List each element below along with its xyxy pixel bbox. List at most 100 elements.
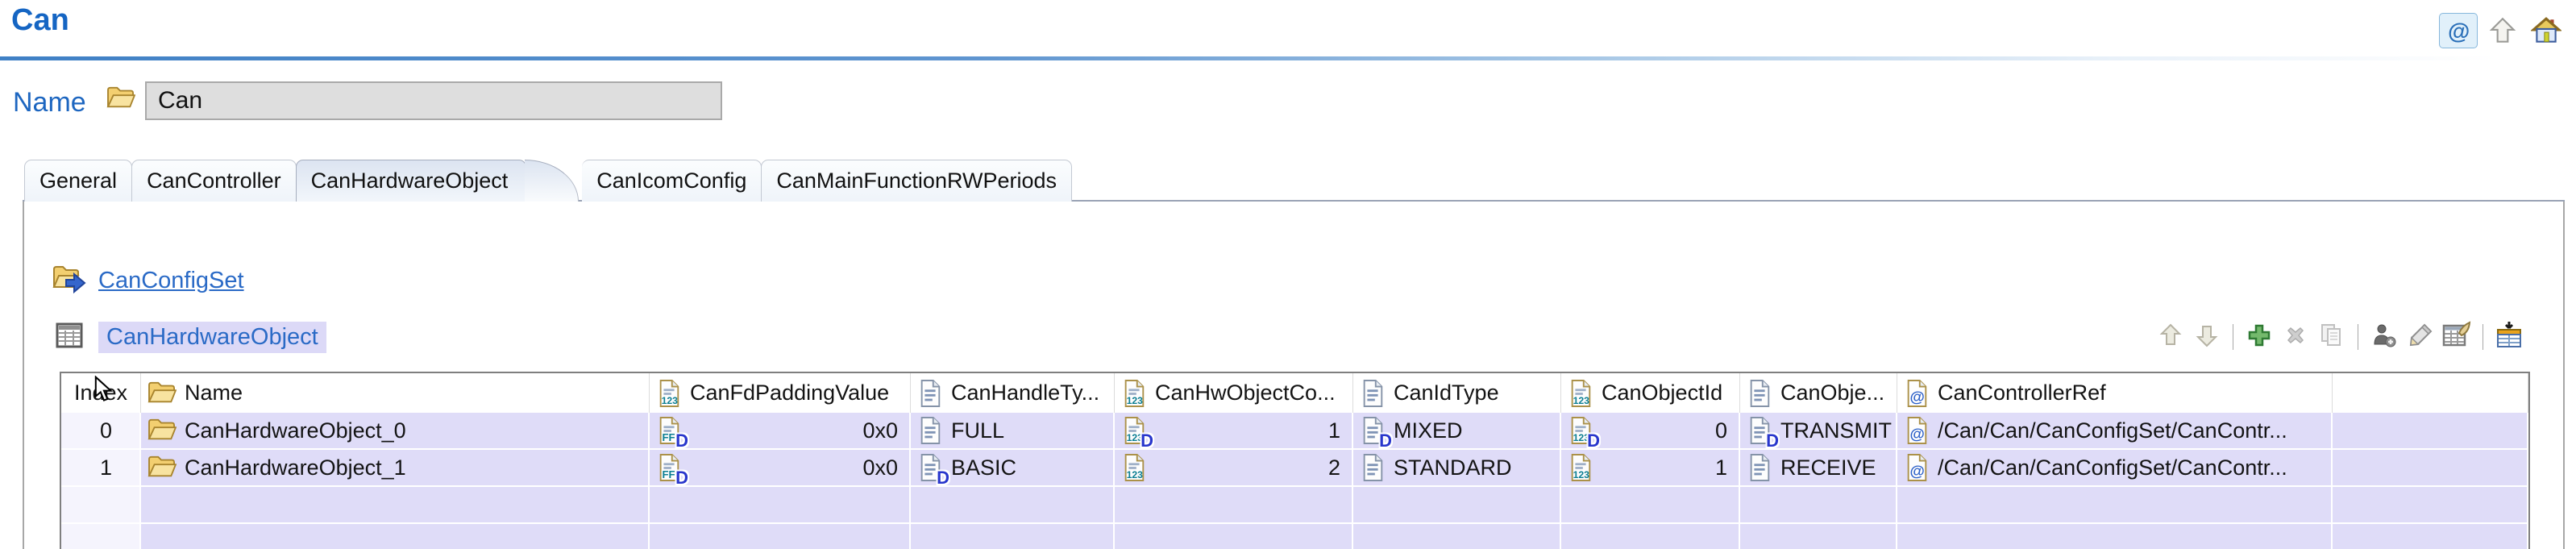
column-label: CanHandleTy... (951, 381, 1099, 406)
cell-CanFdPaddingValue[interactable]: FFD0x0 (650, 450, 911, 487)
cell-CanHwObjectCo...[interactable]: 123D1 (1115, 413, 1353, 450)
empty-cell[interactable] (1897, 487, 2333, 524)
default-value-badge: D (1766, 432, 1779, 450)
column-header-CanFdPaddingValue[interactable]: 123CanFdPaddingValue (650, 373, 911, 413)
column-header-CanHwObjectCo...[interactable]: 123CanHwObjectCo... (1115, 373, 1353, 413)
tab-General[interactable]: General (24, 160, 132, 202)
empty-cell[interactable] (650, 524, 911, 549)
tab-CanController[interactable]: CanController (131, 160, 297, 202)
config-set-link[interactable]: CanConfigSet (98, 268, 244, 294)
empty-cell[interactable] (141, 524, 650, 549)
empty-cell[interactable] (650, 487, 911, 524)
svg-text:@: @ (1910, 425, 1925, 442)
empty-cell[interactable] (1740, 524, 1897, 549)
row-index: 0 (100, 418, 112, 443)
numeric-icon: 123 (1568, 453, 1593, 482)
cell-CanObjectId[interactable]: 123D0 (1561, 413, 1740, 450)
cell-Name[interactable]: CanHardwareObject_1 (141, 450, 650, 487)
empty-cell[interactable] (1897, 524, 2333, 549)
index-cell[interactable]: 1 (61, 450, 141, 487)
empty-cell[interactable] (1740, 487, 1897, 524)
empty-cell[interactable] (2333, 487, 2528, 524)
tab-bar: GeneralCanControllerCanHardwareObject Can… (24, 160, 1071, 202)
rename-user-button[interactable] (2370, 323, 2398, 351)
delete-button[interactable] (2282, 323, 2309, 351)
cell-CanControllerRef[interactable]: @/Can/Can/CanConfigSet/CanContr... (1897, 450, 2333, 487)
empty-cell[interactable] (911, 524, 1115, 549)
column-header-CanControllerRef[interactable]: @CanControllerRef (1897, 373, 2333, 413)
cell-CanControllerRef[interactable]: @/Can/Can/CanConfigSet/CanContr... (1897, 413, 2333, 450)
cell-value: 2 (1328, 455, 1352, 480)
hex-icon: FFD (656, 416, 682, 445)
list-title[interactable]: CanHardwareObject (98, 322, 326, 353)
cell-CanFdPaddingValue[interactable]: FFD0x0 (650, 413, 911, 450)
enum-icon (1360, 453, 1386, 482)
index-cell[interactable]: 0 (61, 413, 141, 450)
edit-table-button[interactable] (2443, 323, 2470, 351)
cell-CanObje...[interactable]: RECEIVE (1740, 450, 1897, 487)
empty-cell[interactable] (1353, 524, 1561, 549)
tab-CanHardwareObject[interactable]: CanHardwareObject (296, 160, 527, 202)
title-separator (0, 56, 2576, 60)
cell-empty[interactable] (2333, 413, 2528, 450)
up-arrow-icon (2157, 322, 2184, 353)
empty-cell[interactable] (141, 487, 650, 524)
table-row[interactable]: 1CanHardwareObject_1FFD0x0DBASIC1232STAN… (61, 450, 2528, 487)
column-header-CanObjectId[interactable]: 123CanObjectId (1561, 373, 1740, 413)
column-header-CanObje...[interactable]: CanObje... (1740, 373, 1897, 413)
column-label: CanIdType (1394, 381, 1499, 406)
numeric-icon: 123 (1121, 379, 1147, 408)
column-header-empty[interactable] (2333, 373, 2528, 413)
navigate-up-button[interactable] (2484, 14, 2521, 48)
cell-CanHandleTy...[interactable]: DBASIC (911, 450, 1115, 487)
copy-button[interactable] (2318, 323, 2345, 351)
svg-text:FF: FF (663, 468, 675, 480)
empty-cell[interactable] (1353, 487, 1561, 524)
cell-empty[interactable] (2333, 450, 2528, 487)
column-header-CanIdType[interactable]: CanIdType (1353, 373, 1561, 413)
empty-cell[interactable] (2333, 524, 2528, 549)
column-header-Name[interactable]: Name (141, 373, 650, 413)
cell-CanHwObjectCo...[interactable]: 1232 (1115, 450, 1353, 487)
column-label: Index (74, 381, 127, 406)
empty-cell[interactable] (1115, 524, 1353, 549)
move-up-button[interactable] (2157, 323, 2184, 351)
name-input[interactable]: Can (145, 81, 722, 120)
empty-table-row[interactable] (61, 487, 2528, 524)
cell-CanObje...[interactable]: DTRANSMIT (1740, 413, 1897, 450)
tab-CanIcomConfig[interactable]: CanIcomConfig (582, 160, 762, 202)
cell-CanObjectId[interactable]: 1231 (1561, 450, 1740, 487)
empty-cell[interactable] (1561, 524, 1740, 549)
cell-CanIdType[interactable]: DMIXED (1353, 413, 1561, 450)
table-row[interactable]: 0 CanHardwareObject_0 FFD0x0 FULL 123D1DMIXE… (61, 413, 2528, 450)
home-button[interactable] (2528, 14, 2565, 48)
empty-table-row[interactable] (61, 524, 2528, 549)
column-header-Index[interactable]: Index (61, 373, 141, 413)
cell-Name[interactable]: CanHardwareObject_0 (141, 413, 650, 450)
empty-cell[interactable] (1115, 487, 1353, 524)
svg-text:123: 123 (1573, 469, 1590, 480)
cell-CanIdType[interactable]: STANDARD (1353, 450, 1561, 487)
empty-cell[interactable] (61, 524, 141, 549)
column-header-CanHandleTy...[interactable]: CanHandleTy... (911, 373, 1115, 413)
add-button[interactable] (2246, 323, 2273, 351)
table-header-row: Index Name123CanFdPaddingValue CanHandleTy… (61, 373, 2528, 413)
empty-cell[interactable] (911, 487, 1115, 524)
import-table-button[interactable] (2495, 323, 2523, 351)
cell-value: RECEIVE (1780, 455, 1876, 480)
tab-CanMainFunctionRWPeriods[interactable]: CanMainFunctionRWPeriods (761, 160, 1072, 202)
empty-cell[interactable] (1561, 487, 1740, 524)
mail-button[interactable]: @ (2439, 13, 2478, 48)
tab-label: CanIcomConfig (596, 168, 746, 193)
cell-value: /Can/Can/CanConfigSet/CanContr... (1938, 455, 2287, 480)
cell-value: FULL (951, 418, 1004, 443)
table-edit-icon (2442, 321, 2471, 354)
move-down-button[interactable] (2193, 323, 2221, 351)
cell-value: 1 (1328, 418, 1352, 443)
config-set-row: CanConfigSet (52, 263, 244, 299)
enum-icon: D (917, 453, 943, 482)
empty-cell[interactable] (61, 487, 141, 524)
cell-value: CanHardwareObject_0 (185, 418, 406, 443)
cell-CanHandleTy...[interactable]: FULL (911, 413, 1115, 450)
edit-button[interactable] (2407, 323, 2434, 351)
